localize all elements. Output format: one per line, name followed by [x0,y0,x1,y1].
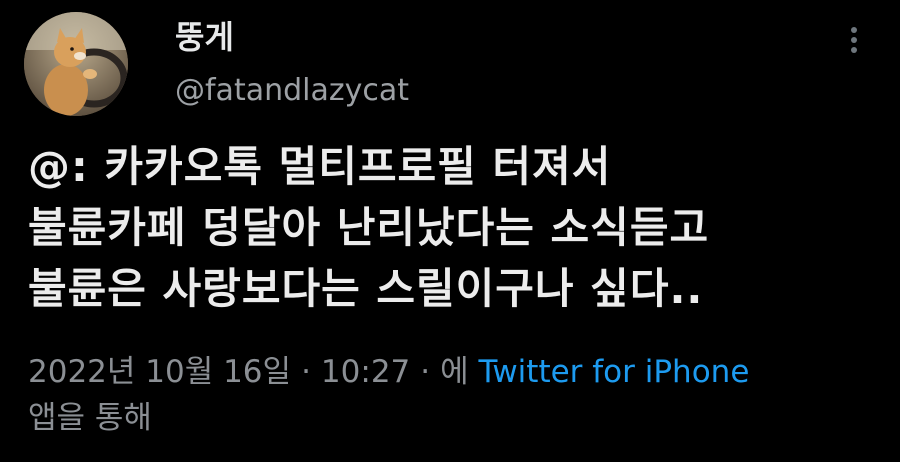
meta-separator: · [420,354,431,390]
tweet-text: @: 카카오톡 멀티프로필 터져서 불륜카페 덩달아 난리났다는 소식듣고 불륜… [28,136,888,319]
via-prefix: 에 [440,354,469,390]
tweet-date[interactable]: 2022년 10월 16일 [28,354,291,390]
tweet-metadata: 2022년 10월 16일 · 10:27 · 에 Twitter for iPhone… [28,349,888,441]
tweet-text-line: @: 카카오톡 멀티프로필 터져서 [28,142,612,191]
via-suffix: 앱을 통해 [28,400,152,436]
avatar[interactable] [24,12,128,116]
cat-avatar-image [24,12,128,116]
tweet-time[interactable]: 10:27 [321,354,410,390]
more-options-button[interactable] [836,22,872,58]
user-handle[interactable]: @fatandlazycat [175,74,409,107]
source-app-link[interactable]: Twitter for iPhone [479,354,750,390]
tweet-text-line: 불륜은 사랑보다는 스릴이구나 싶다.. [28,264,704,313]
display-name[interactable]: 뚱게 [175,19,234,55]
meta-separator: · [301,354,311,390]
tweet-text-line: 불륜카페 덩달아 난리났다는 소식듣고 [28,203,710,252]
more-vertical-icon [851,27,857,53]
